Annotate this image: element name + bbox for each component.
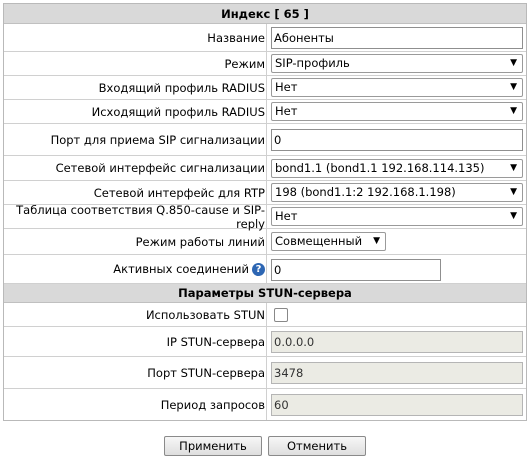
caret-down-icon: ▼ [510,163,517,173]
row-sig-iface: Сетевой интерфейс сигнализации bond1.1 (… [4,156,526,181]
mode-value: SIP-профиль [275,56,350,70]
outgoing-radius-select[interactable]: Нет ▼ [271,102,523,121]
name-input[interactable]: Абоненты [271,27,523,49]
row-use-stun: Использовать STUN [4,303,526,327]
q850-value: Нет [275,209,298,223]
incoming-radius-select[interactable]: Нет ▼ [271,78,523,97]
use-stun-label: Использовать STUN [4,303,267,326]
use-stun-checkbox[interactable] [274,308,288,322]
stun-period-input[interactable]: 60 [271,394,523,416]
stun-port-input[interactable]: 3478 [271,362,523,384]
mode-select[interactable]: SIP-профиль ▼ [271,54,523,73]
q850-label: Таблица соответствия Q.850-cause и SIP-r… [4,203,267,231]
cancel-button[interactable]: Отменить [268,436,366,456]
help-icon[interactable]: ? [252,262,265,276]
settings-panel: Индекс [ 65 ] Название Абоненты Режим SI… [3,3,527,421]
stun-section-title: Параметры STUN-сервера [4,284,526,303]
sig-iface-value: bond1.1 (bond1.1 192.168.114.135) [275,161,485,175]
caret-down-icon: ▼ [510,211,517,221]
rtp-iface-value: 198 (bond1.1:2 192.168.1.198) [275,185,456,199]
outgoing-radius-label: Исходящий профиль RADIUS [4,100,267,123]
row-mode: Режим SIP-профиль ▼ [4,52,526,76]
stun-ip-label: IP STUN-сервера [4,327,267,356]
apply-button[interactable]: Применить [164,436,262,456]
sig-iface-select[interactable]: bond1.1 (bond1.1 192.168.114.135) ▼ [271,159,523,178]
q850-select[interactable]: Нет ▼ [271,207,523,226]
active-conn-label-cell: Активных соединений ? [4,255,267,283]
active-conn-label: Активных соединений [113,262,249,276]
row-line-mode: Режим работы линий Совмещенный ▼ [4,229,526,255]
sip-port-label: Порт для приема SIP сигнализации [4,124,267,155]
row-name: Название Абоненты [4,24,526,52]
caret-down-icon: ▼ [510,58,517,68]
row-q850: Таблица соответствия Q.850-cause и SIP-r… [4,203,526,231]
row-active-conn: Активных соединений ? 0 [4,255,526,284]
sip-port-input[interactable]: 0 [271,129,523,151]
name-label: Название [4,24,267,51]
caret-down-icon: ▼ [510,82,517,92]
row-outgoing-radius: Исходящий профиль RADIUS Нет ▼ [4,100,526,124]
caret-down-icon: ▼ [510,106,517,116]
row-stun-ip: IP STUN-сервера 0.0.0.0 [4,327,526,357]
incoming-radius-value: Нет [275,80,298,94]
sig-iface-label: Сетевой интерфейс сигнализации [4,156,267,180]
mode-label: Режим [4,52,267,75]
rtp-iface-select[interactable]: 198 (bond1.1:2 192.168.1.198) ▼ [271,183,523,202]
active-conn-input: 0 [271,259,441,281]
row-stun-port: Порт STUN-сервера 3478 [4,357,526,389]
row-incoming-radius: Входящий профиль RADIUS Нет ▼ [4,76,526,100]
page-title: Индекс [ 65 ] [4,4,526,24]
rtp-iface-label: Сетевой интерфейс для RTP [4,181,267,204]
line-mode-value: Совмещенный [275,234,363,248]
row-rtp-iface: Сетевой интерфейс для RTP 198 (bond1.1:2… [4,181,526,205]
line-mode-label: Режим работы линий [4,229,267,254]
caret-down-icon: ▼ [373,236,380,246]
stun-period-label: Период запросов [4,389,267,420]
stun-ip-input[interactable]: 0.0.0.0 [271,331,523,353]
stun-port-label: Порт STUN-сервера [4,357,267,388]
row-sip-port: Порт для приема SIP сигнализации 0 [4,124,526,156]
incoming-radius-label: Входящий профиль RADIUS [4,76,267,99]
row-stun-period: Период запросов 60 [4,389,526,420]
caret-down-icon: ▼ [510,187,517,197]
line-mode-select[interactable]: Совмещенный ▼ [271,232,386,251]
outgoing-radius-value: Нет [275,104,298,118]
